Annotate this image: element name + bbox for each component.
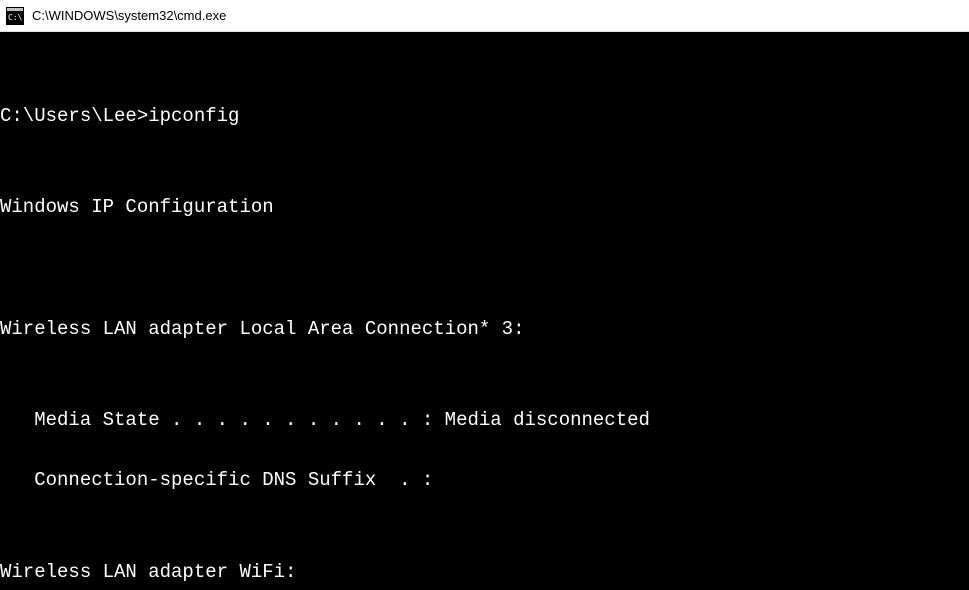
- adapter1-title: Wireless LAN adapter Local Area Connecti…: [0, 314, 969, 344]
- adapter1-media-state: Media State . . . . . . . . . . . : Medi…: [0, 405, 969, 435]
- window-titlebar[interactable]: C:\ C:\WINDOWS\system32\cmd.exe: [0, 0, 969, 32]
- terminal-output[interactable]: C:\Users\Lee>ipconfig Windows IP Configu…: [0, 32, 969, 590]
- cmd-icon: C:\: [6, 7, 24, 25]
- adapter1-dns-suffix: Connection-specific DNS Suffix . :: [0, 465, 969, 495]
- prompt-line: C:\Users\Lee>ipconfig: [0, 101, 969, 131]
- svg-text:C:\: C:\: [8, 13, 23, 22]
- window-title: C:\WINDOWS\system32\cmd.exe: [32, 8, 226, 23]
- ipconfig-header: Windows IP Configuration: [0, 192, 969, 222]
- adapter2-title: Wireless LAN adapter WiFi:: [0, 557, 969, 587]
